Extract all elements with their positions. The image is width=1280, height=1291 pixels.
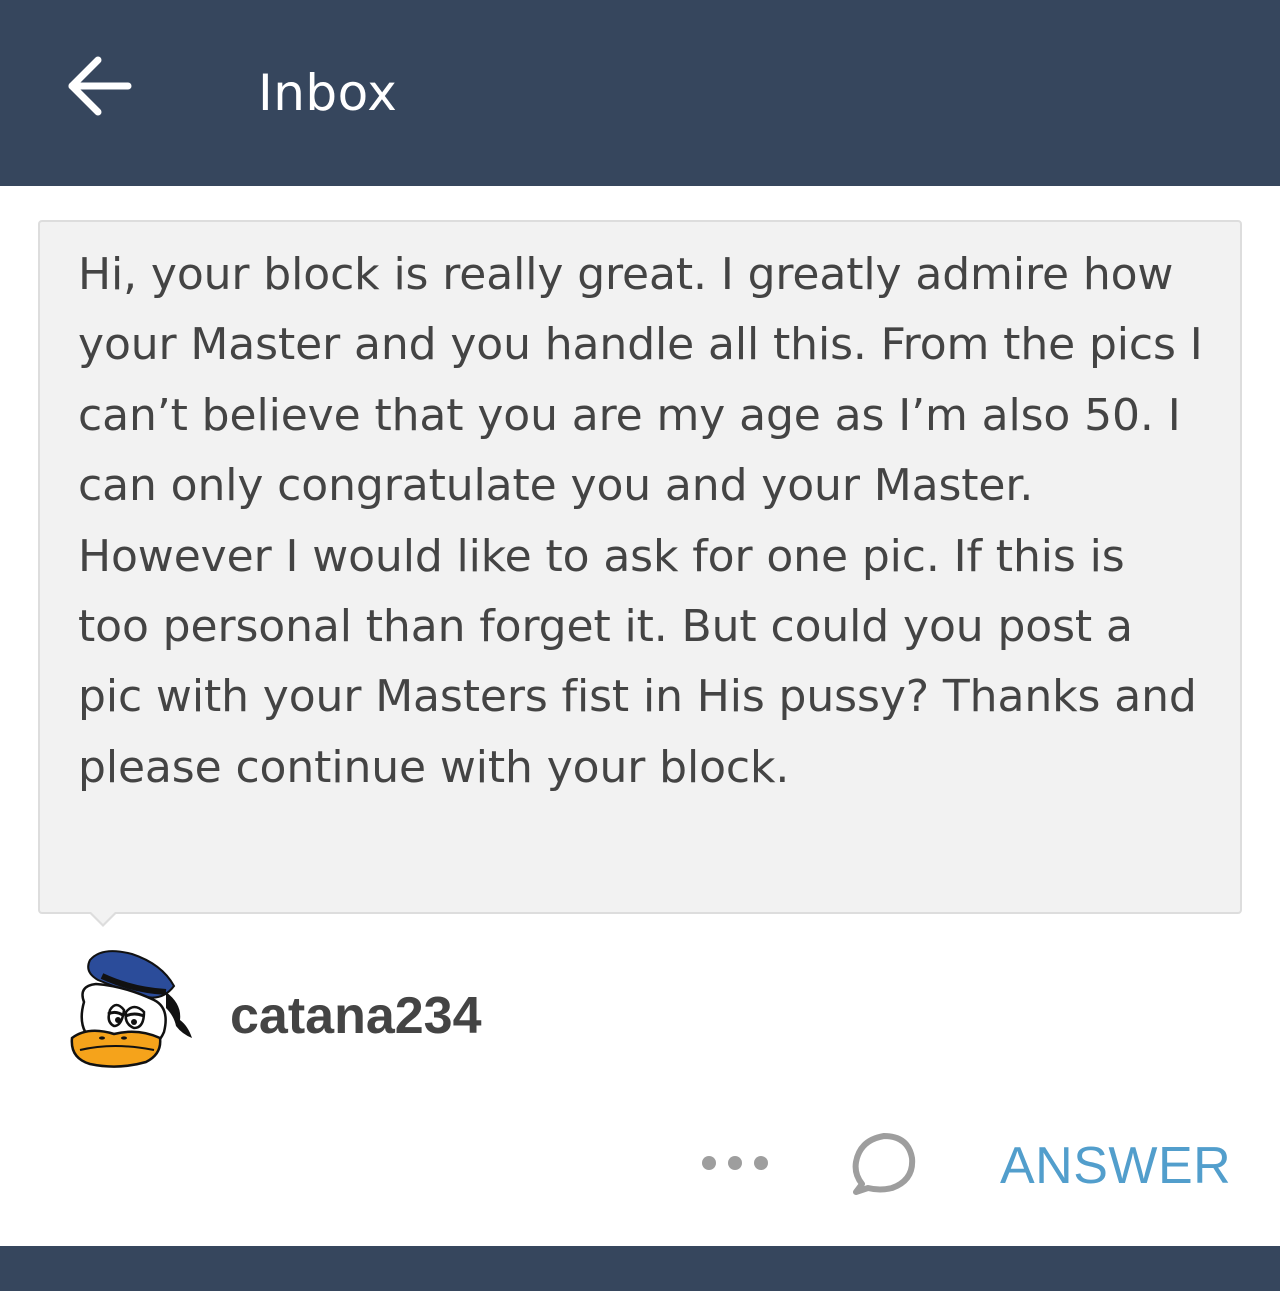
page-title: Inbox — [258, 64, 398, 122]
sender-avatar[interactable] — [62, 946, 202, 1082]
top-bar: Inbox — [0, 0, 1280, 186]
arrow-left-icon — [68, 56, 132, 116]
message-bubble: Hi, your block is really great. I greatl… — [38, 220, 1242, 914]
back-button[interactable] — [62, 50, 138, 126]
bubble-tail-fill — [90, 911, 116, 924]
more-options-button[interactable] — [696, 1140, 776, 1186]
speech-bubble-icon — [852, 1133, 916, 1195]
donald-duck-avatar — [70, 950, 192, 1068]
bottom-bar — [0, 1246, 1280, 1291]
answer-button[interactable]: ANSWER — [1000, 1136, 1231, 1196]
sender-username[interactable]: catana234 — [230, 984, 482, 1048]
message-text: Hi, your block is really great. I greatl… — [78, 249, 1203, 793]
reply-button[interactable] — [846, 1128, 922, 1200]
